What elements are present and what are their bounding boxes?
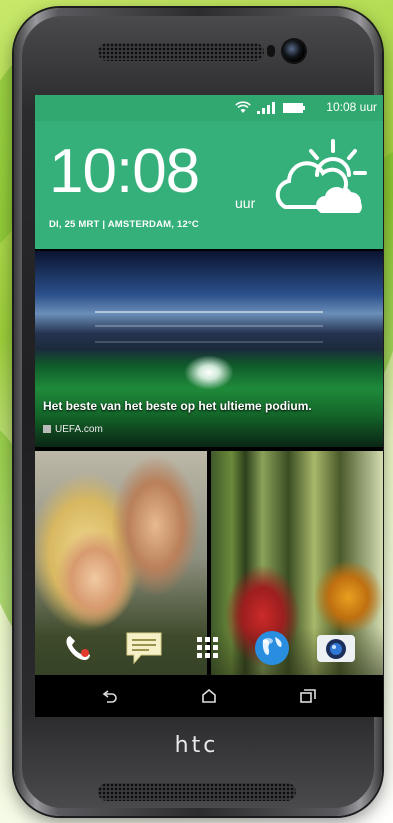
- news-headline: Het beste van het beste op het ultieme p…: [43, 399, 312, 413]
- app-dock: [35, 623, 383, 675]
- source-icon: [43, 425, 51, 434]
- status-bar: 10:08 uur: [35, 95, 383, 121]
- news-source-label: UEFA.com: [55, 424, 103, 435]
- navigation-bar: [35, 675, 383, 717]
- clock-weather-widget[interactable]: 10:08 uur DI, 25 MRT | AMSTERDAM, 12°C: [35, 121, 383, 249]
- browser-globe-icon[interactable]: [251, 627, 293, 669]
- signal-strength-icon: [257, 102, 275, 114]
- news-source: UEFA.com: [43, 424, 103, 435]
- recent-apps-icon[interactable]: [291, 683, 325, 709]
- phone-icon[interactable]: [57, 627, 99, 669]
- home-icon[interactable]: [192, 683, 226, 709]
- status-time: 10:08 uur: [326, 100, 377, 114]
- wifi-icon: [235, 101, 251, 113]
- date-location-line: DI, 25 MRT | AMSTERDAM, 12°C: [49, 219, 199, 230]
- front-camera: [283, 40, 305, 62]
- messages-icon[interactable]: [123, 627, 165, 669]
- partly-cloudy-icon: [275, 139, 367, 213]
- proximity-sensor: [267, 45, 275, 57]
- phone-screen: 10:08 uur 10:08 uur DI, 25 MRT | AMSTERD…: [35, 95, 383, 717]
- battery-icon: [283, 103, 305, 113]
- camera-icon[interactable]: [315, 627, 357, 669]
- top-speaker-grille: [98, 43, 264, 61]
- clock-suffix: uur: [235, 195, 256, 211]
- brand-logo: htc: [174, 733, 219, 758]
- news-card-stadium[interactable]: Het beste van het beste op het ultieme p…: [35, 251, 383, 447]
- clock-time: 10:08: [49, 137, 200, 206]
- bottom-speaker-grille: [98, 783, 296, 801]
- back-icon[interactable]: [93, 683, 127, 709]
- apps-grid-icon[interactable]: [187, 627, 229, 669]
